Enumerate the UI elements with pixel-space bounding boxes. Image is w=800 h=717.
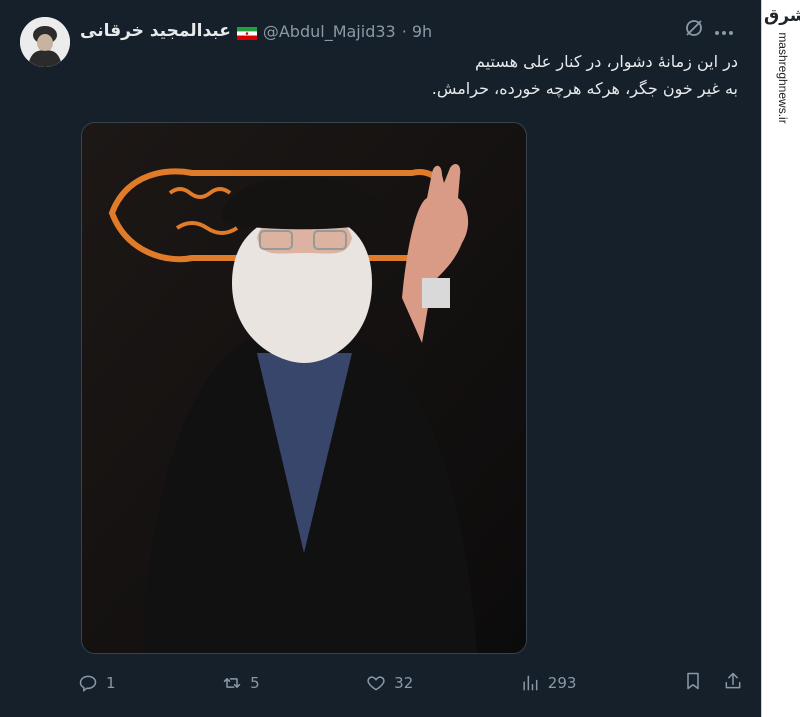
heart-icon xyxy=(367,676,385,691)
views-icon xyxy=(523,675,538,691)
retweet-icon xyxy=(223,678,241,688)
mashregh-watermark-strip: مشرق mashreghnews.ir xyxy=(761,0,800,717)
tweet-media-image[interactable] xyxy=(81,122,527,654)
tweet-text: در این زمانهٔ دشوار، در کنار علی هستیم ب… xyxy=(118,48,738,102)
share-button[interactable] xyxy=(723,671,743,695)
tweet-actions: 1 5 32 293 xyxy=(78,670,743,696)
iran-flag-icon xyxy=(236,25,257,40)
author-avatar[interactable] xyxy=(20,17,70,67)
reply-icon xyxy=(79,675,97,693)
photo-illustration xyxy=(82,123,526,653)
author-handle[interactable]: @Abdul_Majid33 xyxy=(263,22,396,41)
like-button[interactable]: 32 xyxy=(366,673,413,693)
author-name[interactable]: عبدالمجید خرقانی xyxy=(80,21,231,41)
views-button[interactable]: 293 xyxy=(520,673,577,693)
like-count: 32 xyxy=(394,674,414,692)
more-options-icon[interactable] xyxy=(714,21,734,40)
mashregh-logo: مشرق xyxy=(764,6,800,26)
bookmark-button[interactable] xyxy=(683,671,703,695)
avatar-image xyxy=(20,17,70,67)
reply-count: 1 xyxy=(106,674,116,692)
tweet-text-line: در این زمانهٔ دشوار، در کنار علی هستیم xyxy=(475,52,738,71)
tweet-top-icons xyxy=(684,18,734,42)
tweet-header: عبدالمجید خرقانی @Abdul_Majid33 · 9h xyxy=(80,20,432,42)
retweet-count: 5 xyxy=(250,674,260,692)
tweet-card: عبدالمجید خرقانی @Abdul_Majid33 · 9h در … xyxy=(0,0,760,717)
mashregh-site-text: mashreghnews.ir xyxy=(776,32,790,124)
right-actions xyxy=(683,671,743,695)
reply-button[interactable]: 1 xyxy=(78,673,116,693)
tweet-time[interactable]: · 9h xyxy=(402,22,433,41)
views-count: 293 xyxy=(547,674,577,692)
retweet-button[interactable]: 5 xyxy=(222,673,260,693)
bookmark-icon xyxy=(687,672,699,690)
share-icon xyxy=(725,672,741,689)
tweet-text-line: به غیر خون جگر، هرکه هرچه خورده، حرامش. xyxy=(431,79,738,98)
grok-icon[interactable] xyxy=(684,18,704,42)
